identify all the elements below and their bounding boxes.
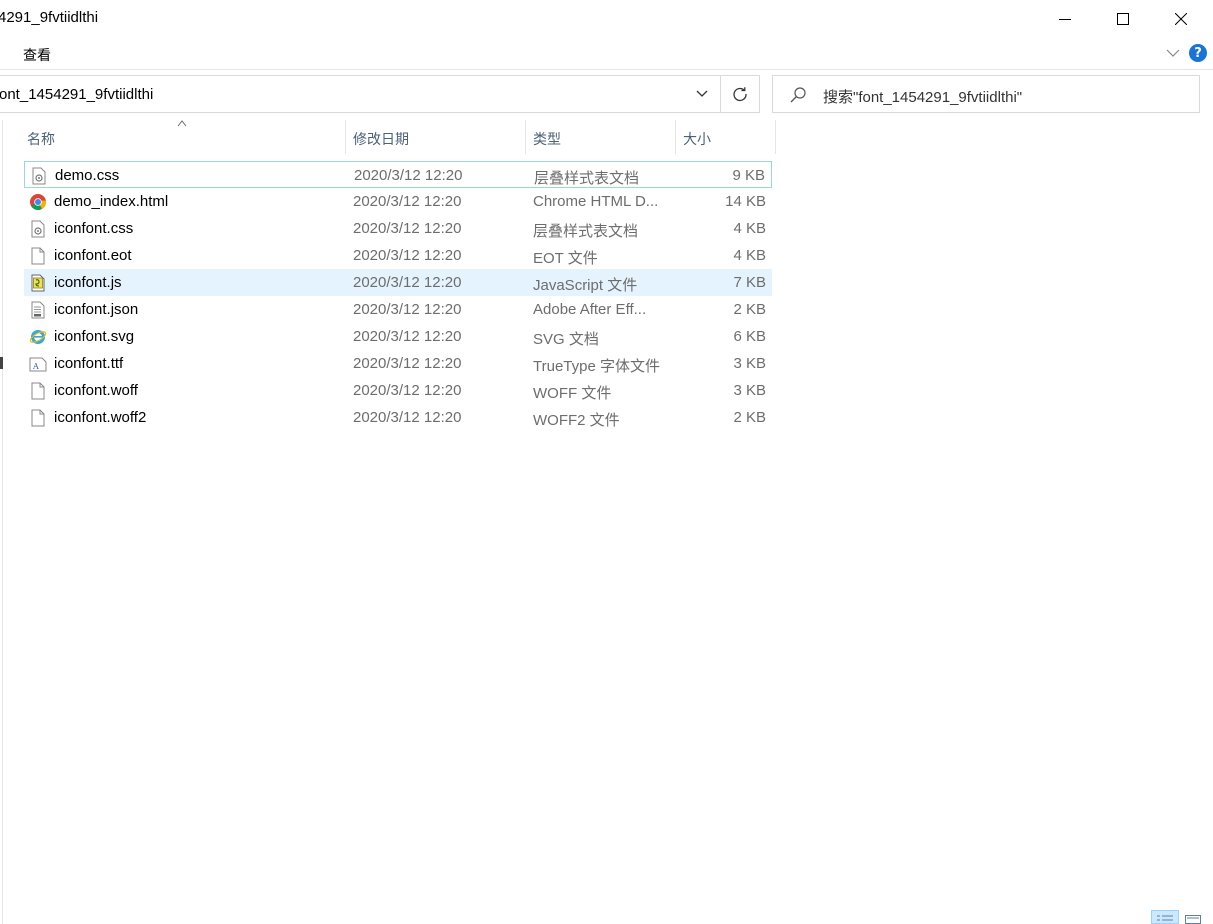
column-header-type[interactable]: 类型 — [526, 120, 676, 154]
search-icon — [790, 87, 806, 103]
file-type: 层叠样式表文档 — [533, 223, 639, 240]
nav-pane-item-marker — [0, 357, 3, 369]
address-bar[interactable]: ont_1454291_9fvtiidlthi — [0, 75, 720, 113]
column-header-modified[interactable]: 修改日期 — [346, 120, 526, 154]
file-size: 7 KB — [733, 274, 766, 291]
blank-file-icon — [31, 409, 45, 427]
file-size: 3 KB — [733, 382, 766, 399]
file-list: demo.css 2020/3/12 12:20 层叠样式表文档 9 KB de… — [24, 161, 772, 431]
file-type: SVG 文档 — [533, 331, 599, 348]
file-type: JavaScript 文件 — [533, 277, 638, 294]
css-file-icon — [31, 220, 45, 238]
file-name: iconfont.eot — [54, 247, 132, 264]
file-date: 2020/3/12 12:20 — [353, 247, 462, 264]
menu-view-tab[interactable]: 查看 — [23, 45, 51, 65]
file-date: 2020/3/12 12:20 — [353, 355, 462, 372]
file-type: Chrome HTML D... — [533, 193, 659, 210]
svg-text:A: A — [32, 362, 39, 371]
maximize-button[interactable] — [1094, 0, 1152, 38]
chevron-down-icon — [696, 90, 708, 97]
file-size: 2 KB — [733, 409, 766, 426]
large-icons-view-icon — [1185, 915, 1201, 924]
file-date: 2020/3/12 12:20 — [353, 220, 462, 237]
file-row[interactable]: iconfont.json 2020/3/12 12:20 Adobe Afte… — [24, 296, 772, 323]
file-type: WOFF 文件 — [533, 385, 612, 402]
file-name: iconfont.css — [54, 220, 134, 237]
close-button[interactable] — [1152, 0, 1210, 38]
file-type: EOT 文件 — [533, 250, 598, 267]
file-name: iconfont.svg — [54, 328, 135, 345]
details-view-button[interactable] — [1151, 910, 1179, 924]
file-date: 2020/3/12 12:20 — [353, 382, 462, 399]
file-name: iconfont.woff2 — [54, 409, 147, 426]
file-size: 3 KB — [733, 355, 766, 372]
chrome-icon — [30, 194, 47, 210]
address-path: ont_1454291_9fvtiidlthi — [0, 86, 154, 103]
refresh-icon — [733, 87, 747, 102]
file-row[interactable]: iconfont.eot 2020/3/12 12:20 EOT 文件 4 KB — [24, 242, 772, 269]
js-file-icon — [31, 274, 45, 292]
search-placeholder: 搜索"font_1454291_9fvtiidlthi" — [823, 89, 1023, 106]
file-name: demo.css — [55, 167, 120, 184]
file-date: 2020/3/12 12:20 — [353, 409, 462, 426]
file-type: WOFF2 文件 — [533, 412, 620, 429]
column-header-type-label: 类型 — [533, 131, 561, 147]
blank-file-icon — [31, 247, 45, 265]
file-date: 2020/3/12 12:20 — [353, 193, 462, 210]
file-row[interactable]: iconfont.woff2 2020/3/12 12:20 WOFF2 文件 … — [24, 404, 772, 431]
title-bar: 4291_9fvtiidlthi — [0, 0, 1213, 38]
help-icon[interactable]: ? — [1189, 44, 1207, 62]
refresh-button[interactable] — [720, 75, 760, 113]
chevron-down-icon[interactable] — [1165, 45, 1181, 61]
file-name: demo_index.html — [54, 193, 169, 210]
file-size: 14 KB — [725, 193, 766, 210]
maximize-icon — [1117, 13, 1129, 25]
file-size: 6 KB — [733, 328, 766, 345]
minimize-icon — [1059, 19, 1071, 20]
menu-divider — [0, 69, 1213, 70]
file-size: 2 KB — [733, 301, 766, 318]
close-icon — [1175, 13, 1187, 25]
file-name: iconfont.json — [54, 301, 139, 318]
file-type: Adobe After Eff... — [533, 301, 647, 318]
column-header-size[interactable]: 大小 — [676, 120, 776, 154]
column-header-name-label: 名称 — [27, 131, 55, 147]
file-name: iconfont.ttf — [54, 355, 124, 372]
file-size: 9 KB — [732, 167, 765, 184]
file-row[interactable]: A iconfont.ttf 2020/3/12 12:20 TrueType … — [24, 350, 772, 377]
window-title: 4291_9fvtiidlthi — [0, 9, 99, 26]
file-date: 2020/3/12 12:20 — [353, 301, 462, 318]
file-date: 2020/3/12 12:20 — [354, 167, 463, 184]
file-row[interactable]: demo_index.html 2020/3/12 12:20 Chrome H… — [24, 188, 772, 215]
search-box[interactable]: 搜索"font_1454291_9fvtiidlthi" — [772, 75, 1200, 113]
minimize-button[interactable] — [1036, 0, 1094, 38]
json-file-icon — [31, 301, 45, 319]
file-name: iconfont.js — [54, 274, 122, 291]
css-file-icon — [32, 167, 46, 185]
file-row[interactable]: iconfont.svg 2020/3/12 12:20 SVG 文档 6 KB — [24, 323, 772, 350]
file-row[interactable]: demo.css 2020/3/12 12:20 层叠样式表文档 9 KB — [24, 161, 772, 188]
font-file-icon: A — [29, 357, 47, 372]
address-history-button[interactable] — [684, 75, 720, 113]
column-header-modified-label: 修改日期 — [353, 131, 409, 147]
file-name: iconfont.woff — [54, 382, 138, 399]
navigation-pane-edge[interactable] — [0, 120, 3, 924]
large-icons-view-button[interactable] — [1183, 910, 1203, 924]
file-type: TrueType 字体文件 — [533, 358, 660, 375]
details-view-icon — [1157, 915, 1173, 921]
file-type: 层叠样式表文档 — [534, 170, 640, 187]
file-row[interactable]: iconfont.js 2020/3/12 12:20 JavaScript 文… — [24, 269, 772, 296]
column-header-size-label: 大小 — [683, 131, 711, 147]
ribbon-menu: 查看 — [0, 38, 1213, 70]
blank-file-icon — [31, 382, 45, 400]
ie-svg-icon — [29, 330, 47, 344]
file-size: 4 KB — [733, 247, 766, 264]
file-row[interactable]: iconfont.woff 2020/3/12 12:20 WOFF 文件 3 … — [24, 377, 772, 404]
file-date: 2020/3/12 12:20 — [353, 274, 462, 291]
file-size: 4 KB — [733, 220, 766, 237]
file-row[interactable]: iconfont.css 2020/3/12 12:20 层叠样式表文档 4 K… — [24, 215, 772, 242]
file-date: 2020/3/12 12:20 — [353, 328, 462, 345]
column-header-name[interactable]: 名称 — [24, 120, 346, 154]
